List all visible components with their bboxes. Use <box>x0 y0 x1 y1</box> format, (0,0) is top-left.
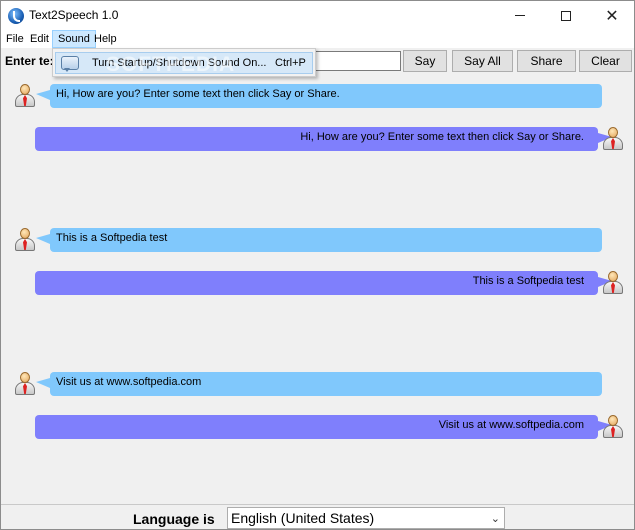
menu-help[interactable]: Help <box>89 30 122 48</box>
user-avatar-icon <box>602 415 624 439</box>
user-avatar-icon <box>14 372 36 396</box>
message-bubble-in: This is a Softpedia test <box>36 228 602 252</box>
enter-text-label: Enter te: <box>5 54 54 68</box>
language-label: Language is <box>133 511 215 527</box>
app-window: Text2Speech 1.0 ✕ File Edit Sound Help E… <box>0 0 635 530</box>
title-bar: Text2Speech 1.0 ✕ <box>1 1 634 30</box>
message-bubble-out: This is a Softpedia test <box>35 271 612 295</box>
message-bubble-out: Hi, How are you? Enter some text then cl… <box>35 127 612 151</box>
menu-item-label: Turn Startup/Shutdown Sound On... <box>92 57 267 69</box>
message-bubble-out: Visit us at www.softpedia.com <box>35 415 612 439</box>
minimize-button[interactable] <box>497 1 543 30</box>
menu-bar: File Edit Sound Help <box>1 30 634 48</box>
user-avatar-icon <box>602 127 624 151</box>
chat-area[interactable]: Hi, How are you? Enter some text then cl… <box>3 77 632 502</box>
chevron-down-icon: ⌄ <box>490 513 500 525</box>
user-avatar-icon <box>14 84 36 108</box>
menu-edit[interactable]: Edit <box>25 30 54 48</box>
say-button[interactable]: Say <box>403 50 447 72</box>
close-button[interactable]: ✕ <box>589 1 635 30</box>
speech-bubble-icon <box>61 56 79 72</box>
message-bubble-in: Visit us at www.softpedia.com <box>36 372 602 396</box>
language-value: English (United States) <box>231 510 375 526</box>
clear-button[interactable]: Clear <box>579 50 632 72</box>
window-title: Text2Speech 1.0 <box>29 8 119 22</box>
sound-menu-dropdown: Turn Startup/Shutdown Sound On... Ctrl+P… <box>52 48 316 77</box>
maximize-icon <box>561 10 571 21</box>
say-all-button[interactable]: Say All <box>452 50 513 72</box>
share-button[interactable]: Share <box>517 50 576 72</box>
message-bubble-in: Hi, How are you? Enter some text then cl… <box>36 84 602 108</box>
minimize-icon <box>515 15 525 16</box>
menu-item-shortcut: Ctrl+P <box>275 57 306 69</box>
app-icon <box>8 8 24 24</box>
user-avatar-icon <box>602 271 624 295</box>
startup-sound-menu-item[interactable]: Turn Startup/Shutdown Sound On... Ctrl+P… <box>55 52 313 76</box>
language-bar: Language is English (United States) ⌄ <box>1 504 634 529</box>
maximize-button[interactable] <box>543 1 589 30</box>
user-avatar-icon <box>14 228 36 252</box>
language-select[interactable]: English (United States) ⌄ <box>227 507 505 529</box>
